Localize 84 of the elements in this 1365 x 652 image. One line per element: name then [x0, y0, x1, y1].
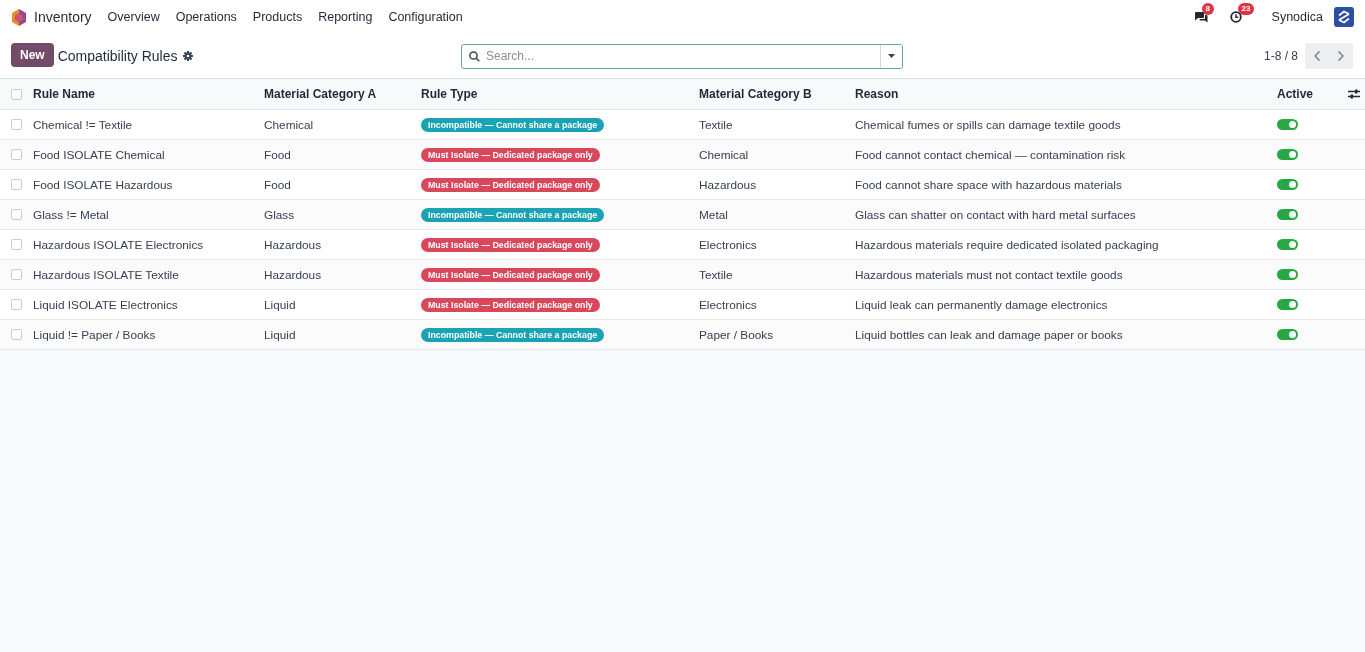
page-title[interactable]: Compatibility Rules — [57, 48, 178, 64]
rule-name: Liquid != Paper / Books — [33, 327, 156, 342]
category-b: Electronics — [699, 237, 757, 252]
category-b: Metal — [699, 207, 728, 222]
rule-name: Chemical != Textile — [33, 117, 133, 132]
category-a: Liquid — [264, 297, 296, 312]
column-header[interactable]: Rule Name — [33, 87, 96, 101]
rule-type-tag: Must Isolate — Dedicated package only — [421, 268, 600, 282]
category-b: Chemical — [699, 147, 749, 162]
row-checkbox[interactable] — [11, 119, 22, 130]
category-a: Hazardous — [264, 267, 322, 282]
rule-type-tag: Must Isolate — Dedicated package only — [421, 298, 600, 312]
rule-name: Food ISOLATE Hazardous — [33, 177, 173, 192]
rule-type-tag: Must Isolate — Dedicated package only — [421, 178, 600, 192]
activity-count-badge: 23 — [1237, 3, 1255, 15]
row-checkbox[interactable] — [11, 239, 22, 250]
menu-item[interactable]: Overview — [107, 10, 160, 24]
category-a: Food — [264, 147, 291, 162]
clock-icon[interactable] — [1229, 11, 1242, 23]
active-toggle[interactable] — [1277, 329, 1298, 340]
settings-icon[interactable] — [182, 51, 193, 61]
rule-type-tag: Incompatible — Cannot share a package — [421, 208, 605, 222]
column-header[interactable]: Reason — [855, 87, 899, 101]
app-logo-icon[interactable] — [11, 8, 27, 26]
category-b: Textile — [699, 267, 733, 282]
category-a: Glass — [264, 207, 295, 222]
rule-name: Glass != Metal — [33, 207, 109, 222]
active-toggle[interactable] — [1277, 179, 1298, 190]
rule-name: Liquid ISOLATE Electronics — [33, 297, 178, 312]
active-toggle[interactable] — [1277, 149, 1298, 160]
menu-item[interactable]: Reporting — [318, 10, 373, 24]
category-a: Chemical — [264, 117, 314, 132]
rule-type-tag: Incompatible — Cannot share a package — [421, 118, 605, 132]
reason-text: Hazardous materials require dedicated isolated packaging — [855, 237, 1159, 252]
active-toggle[interactable] — [1277, 239, 1298, 250]
row-checkbox[interactable] — [11, 269, 22, 280]
rule-type-tag: Must Isolate — Dedicated package only — [421, 238, 600, 252]
rule-type-tag: Must Isolate — Dedicated package only — [421, 148, 600, 162]
column-header[interactable]: Rule Type — [421, 87, 478, 101]
row-checkbox[interactable] — [11, 149, 22, 160]
chevron-right-icon — [1338, 51, 1344, 61]
select-all-checkbox[interactable] — [11, 88, 22, 100]
search-icon — [469, 50, 480, 62]
rule-name: Hazardous ISOLATE Electronics — [33, 237, 204, 252]
reason-text: Food cannot share space with hazardous materials — [855, 177, 1122, 192]
reason-text: Glass can shatter on contact with hard metal surfaces — [855, 207, 1136, 222]
search-field[interactable]: Search... — [461, 43, 903, 69]
menu-item[interactable]: Products — [252, 10, 303, 24]
company-name[interactable]: Synodica — [1271, 10, 1323, 24]
chevron-left-icon — [1314, 51, 1320, 61]
rule-name: Food ISOLATE Chemical — [33, 147, 165, 162]
active-toggle[interactable] — [1277, 119, 1298, 130]
company-logo-icon[interactable] — [1334, 7, 1354, 27]
reason-text: Food cannot contact chemical — contamination risk — [855, 147, 1126, 162]
chat-icon[interactable] — [1193, 11, 1208, 23]
category-b: Hazardous — [699, 177, 757, 192]
row-checkbox[interactable] — [11, 299, 22, 310]
new-button[interactable]: New — [11, 43, 54, 67]
category-b: Textile — [699, 117, 733, 132]
message-count-badge: 8 — [1201, 3, 1214, 15]
reason-text: Chemical fumes or spills can damage textile goods — [855, 117, 1121, 132]
category-b: Paper / Books — [699, 327, 774, 342]
category-a: Liquid — [264, 327, 296, 342]
category-b: Electronics — [699, 297, 757, 312]
active-toggle[interactable] — [1277, 299, 1298, 310]
menu-item[interactable]: Configuration — [388, 10, 463, 24]
app-name[interactable]: Inventory — [34, 9, 92, 25]
rule-name: Hazardous ISOLATE Textile — [33, 267, 179, 282]
row-checkbox[interactable] — [11, 209, 22, 220]
caret-icon — [888, 54, 895, 58]
active-toggle[interactable] — [1277, 209, 1298, 220]
row-checkbox[interactable] — [11, 329, 22, 340]
search-options-toggle[interactable] — [880, 44, 902, 68]
reason-text: Liquid bottles can leak and damage paper or books — [855, 327, 1123, 342]
active-toggle[interactable] — [1277, 269, 1298, 280]
rule-type-tag: Incompatible — Cannot share a package — [421, 328, 605, 342]
pager-value[interactable]: 1-8 / 8 — [1263, 49, 1298, 63]
menu-item[interactable]: Operations — [175, 10, 237, 24]
category-a: Hazardous — [264, 237, 322, 252]
reason-text: Liquid leak can permanently damage electronics — [855, 297, 1108, 312]
reason-text: Hazardous materials must not contact textile goods — [855, 267, 1123, 282]
column-settings-icon[interactable] — [1348, 89, 1360, 99]
category-a: Food — [264, 177, 291, 192]
row-checkbox[interactable] — [11, 179, 22, 190]
